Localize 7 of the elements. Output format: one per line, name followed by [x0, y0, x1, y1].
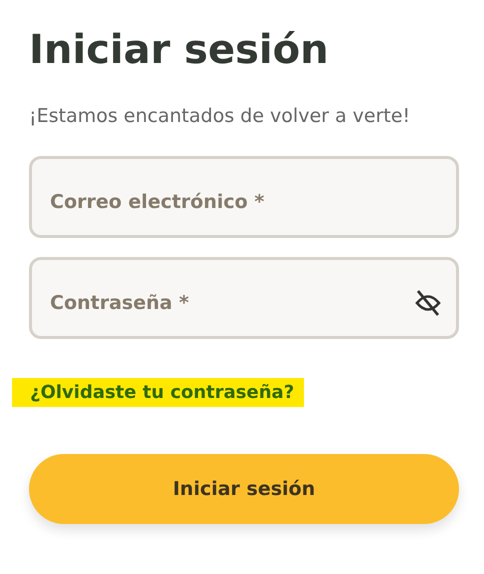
eye-slash-icon[interactable]	[413, 289, 443, 317]
login-button[interactable]: Iniciar sesión	[29, 454, 459, 524]
page-title: Iniciar sesión	[29, 26, 329, 75]
input-field[interactable]: Correo electrónico *	[29, 156, 459, 238]
input-field[interactable]: Contraseña *	[29, 257, 459, 339]
subtitle: ¡Estamos encantados de volver a verte!	[29, 104, 410, 128]
forgot-password-link[interactable]: ¿Olvidaste tu contraseña?	[12, 378, 304, 407]
